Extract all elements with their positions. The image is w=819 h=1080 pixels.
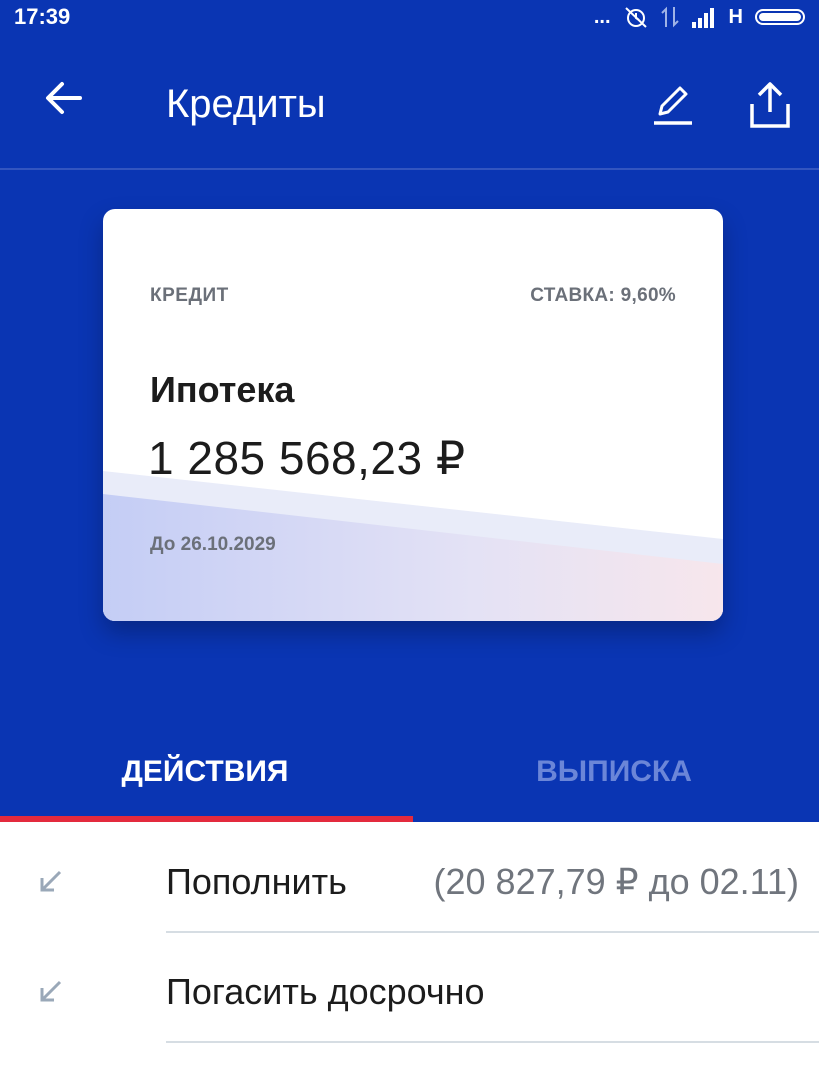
signal-icon — [691, 8, 714, 28]
loan-amount: 1 285 568,23 ₽ — [148, 432, 466, 484]
page-title: Кредиты — [166, 82, 326, 126]
battery-icon — [755, 9, 805, 25]
arrow-down-left-icon — [40, 870, 62, 892]
action-label: Пополнить — [166, 861, 347, 902]
tab-bar: ДЕЙСТВИЯ ВЫПИСКА — [0, 722, 819, 822]
tab-statement[interactable]: ВЫПИСКА — [409, 722, 819, 822]
card-wave-decoration — [103, 471, 723, 621]
status-time: 17:39 — [14, 4, 71, 29]
loan-due-date: До 26.10.2029 — [150, 534, 276, 555]
action-row-early-repay[interactable]: Погасить досрочно — [0, 934, 819, 1044]
loan-rate-label: СТАВКА: 9,60% — [530, 285, 676, 306]
network-type: H — [728, 5, 743, 28]
back-arrow-icon[interactable] — [40, 74, 88, 122]
active-tab-indicator — [0, 816, 413, 822]
loan-name: Ипотека — [150, 369, 295, 410]
arrow-down-left-icon — [40, 980, 62, 1002]
pencil-icon[interactable] — [648, 80, 696, 128]
more-dots-icon: ... — [593, 5, 611, 28]
app-bar: Кредиты — [0, 34, 819, 168]
status-icons: ... H — [594, 4, 805, 30]
status-bar: 17:39 ... H — [0, 0, 819, 34]
loan-type-label: КРЕДИТ — [150, 285, 229, 306]
row-divider — [166, 1041, 819, 1043]
alarm-off-icon — [624, 7, 647, 28]
row-divider — [166, 931, 819, 933]
loan-card[interactable]: КРЕДИТ СТАВКА: 9,60% Ипотека 1 285 568,2… — [103, 209, 723, 621]
data-transfer-icon — [660, 6, 679, 28]
action-row-topup[interactable]: Пополнить (20 827,79 ₽ до 02.11) — [0, 824, 819, 934]
share-icon[interactable] — [744, 78, 796, 130]
header-divider — [0, 168, 819, 170]
payment-due-info: (20 827,79 ₽ до 02.11) — [433, 861, 799, 902]
action-label: Погасить досрочно — [166, 971, 485, 1012]
tab-actions[interactable]: ДЕЙСТВИЯ — [0, 722, 410, 822]
